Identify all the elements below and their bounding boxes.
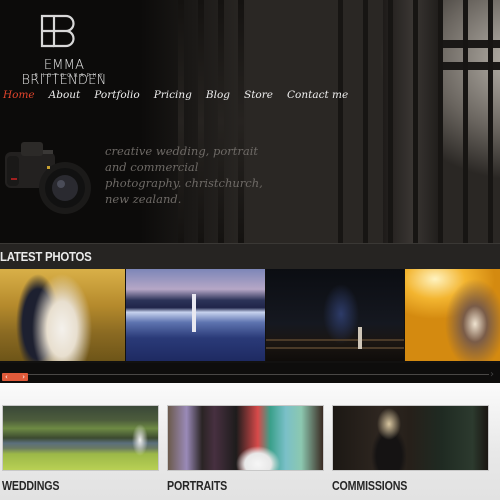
category-portraits-label[interactable]: PORTRAITS — [167, 478, 227, 493]
dslr-camera-icon — [5, 142, 91, 214]
nav-pricing[interactable]: Pricing — [154, 89, 192, 101]
tagline-line: and commercial — [105, 160, 199, 174]
category-weddings-image[interactable] — [2, 405, 159, 471]
hero-tagline: creative wedding, portrait and commercia… — [105, 143, 275, 207]
nav-portfolio[interactable]: Portfolio — [94, 89, 139, 101]
tagline-line: new zealand. — [105, 192, 182, 206]
category-weddings-label[interactable]: WEDDINGS — [2, 478, 59, 493]
category-commissions-label[interactable]: COMMISSIONS — [332, 478, 407, 493]
brand-subtitle: PHOTOGRAPHY — [34, 73, 106, 79]
nav-contact[interactable]: Contact me — [287, 89, 348, 101]
nav-blog[interactable]: Blog — [206, 89, 230, 101]
carousel-scroll-track[interactable] — [27, 374, 489, 375]
latest-photo-4[interactable] — [405, 269, 500, 361]
latest-photo-3[interactable] — [266, 269, 404, 361]
chevron-right-icon[interactable]: › — [22, 373, 25, 381]
hero-banner: EMMA BRITTENDEN PHOTOGRAPHY Home About P… — [0, 0, 500, 243]
carousel-next-arrow-icon[interactable]: › — [490, 369, 494, 380]
latest-photo-1[interactable] — [0, 269, 125, 361]
latest-photos-title: LATEST PHOTOS — [0, 249, 92, 264]
eb-monogram-logo[interactable] — [40, 14, 80, 48]
tagline-line: creative wedding, portrait — [105, 144, 259, 158]
tagline-line: photography. christchurch, — [105, 176, 263, 190]
nav-about[interactable]: About — [49, 89, 81, 101]
carousel-scrollbar[interactable] — [0, 363, 500, 383]
nav-home[interactable]: Home — [3, 89, 35, 101]
category-portraits-image[interactable] — [167, 405, 324, 471]
carousel-scroll-handle[interactable]: ‹ › — [2, 373, 28, 381]
main-nav: Home About Portfolio Pricing Blog Store … — [3, 89, 362, 101]
category-commissions-image[interactable] — [332, 405, 489, 471]
chevron-left-icon[interactable]: ‹ — [5, 373, 8, 381]
nav-store[interactable]: Store — [244, 89, 273, 101]
latest-photo-2[interactable] — [126, 269, 265, 361]
